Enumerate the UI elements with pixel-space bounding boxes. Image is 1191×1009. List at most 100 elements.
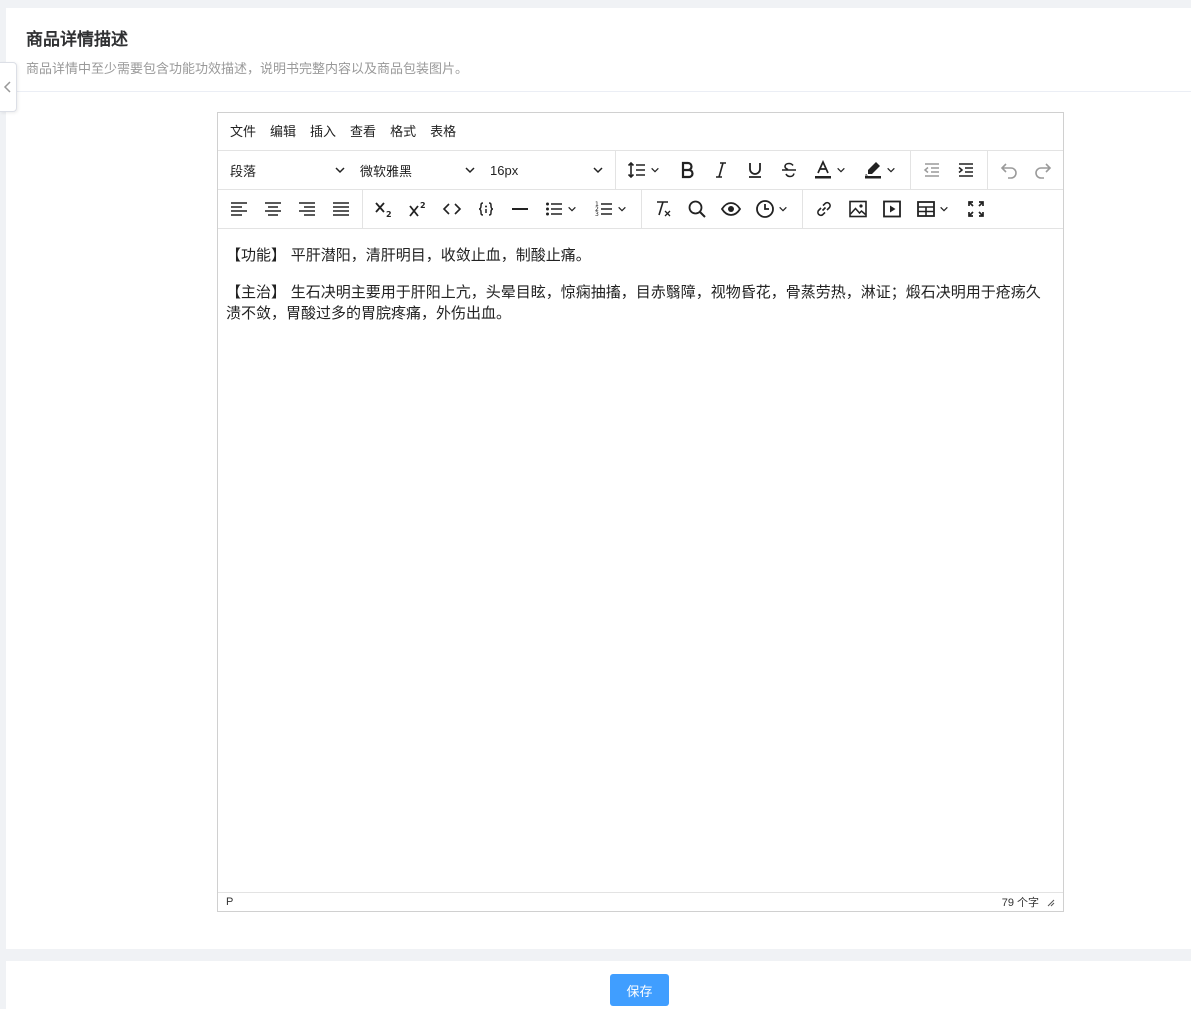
align-justify-icon [333,202,349,216]
undo-button[interactable] [992,155,1026,185]
align-left-button[interactable] [222,194,256,224]
chevron-down-icon [651,167,659,173]
insert-table-button[interactable] [909,194,959,224]
horizontal-rule-icon [512,208,528,210]
svg-text:3: 3 [595,211,599,218]
chevron-down-icon [568,206,576,212]
editor-menubar: 文件 编辑 插入 查看 格式 表格 [218,113,1063,151]
italic-button[interactable] [704,155,738,185]
footer-bar: 保存 [6,961,1191,1009]
resize-handle-icon[interactable] [1045,897,1055,907]
align-center-button[interactable] [256,194,290,224]
code-icon [442,203,462,215]
insert-media-button[interactable] [875,194,909,224]
block-format-value: 段落 [230,163,257,179]
block-format-select[interactable]: 段落 [223,155,353,185]
chevron-down-icon [465,167,475,174]
text-color-icon [815,160,831,179]
insert-link-button[interactable] [807,194,841,224]
strikethrough-button[interactable] [772,155,806,185]
font-size-value: 16px [490,162,519,178]
line-height-button[interactable] [620,155,670,185]
chevron-down-icon [335,167,345,174]
horizontal-rule-button[interactable] [503,194,537,224]
subscript-button[interactable]: 2 [367,194,401,224]
superscript-button[interactable]: 2 [401,194,435,224]
menu-insert[interactable]: 插入 [303,119,343,145]
sidebar-collapse-toggle[interactable] [0,62,17,112]
menu-edit[interactable]: 编辑 [263,119,303,145]
code-sample-icon [478,202,494,216]
indent-button[interactable] [949,155,983,185]
text-color-button[interactable] [806,155,856,185]
align-right-button[interactable] [290,194,324,224]
align-right-icon [299,202,315,216]
bullet-list-icon [546,202,562,216]
insert-image-button[interactable] [841,194,875,224]
indent-icon [958,163,973,177]
underline-button[interactable] [738,155,772,185]
align-center-icon [265,202,281,216]
preview-button[interactable] [714,194,748,224]
element-path[interactable]: P [226,896,233,908]
fullscreen-button[interactable] [959,194,993,224]
page-subtitle: 商品详情中至少需要包含功能功效描述，说明书完整内容以及商品包装图片。 [26,61,469,76]
media-icon [883,200,901,218]
strikethrough-icon [782,162,796,178]
table-icon [917,201,935,217]
menu-format[interactable]: 格式 [383,119,423,145]
main-card: 商品详情描述 商品详情中至少需要包含功能功效描述，说明书完整内容以及商品包装图片… [6,8,1191,949]
redo-icon [1035,163,1052,179]
svg-text:2: 2 [420,201,426,210]
chevron-down-icon [593,167,603,174]
insert-datetime-button[interactable] [748,194,798,224]
content-paragraph[interactable]: 【主治】 生石决明主要用于肝阳上亢，头晕目眩，惊痫抽搐，目赤翳障，视物昏花，骨蒸… [226,282,1055,324]
numbered-list-button[interactable]: 123 [587,194,637,224]
code-sample-button[interactable] [469,194,503,224]
outdent-button[interactable] [915,155,949,185]
search-replace-button[interactable] [680,194,714,224]
menu-table[interactable]: 表格 [423,119,463,145]
fullscreen-icon [968,201,984,217]
menu-view[interactable]: 查看 [343,119,383,145]
chevron-left-icon [3,81,11,93]
link-icon [817,201,831,217]
page-header: 商品详情描述 商品详情中至少需要包含功能功效描述，说明书完整内容以及商品包装图片… [6,8,1191,92]
align-left-icon [231,202,247,216]
svg-text:2: 2 [386,210,392,219]
highlight-color-button[interactable] [856,155,906,185]
redo-button[interactable] [1026,155,1060,185]
clock-icon [756,200,774,218]
code-button[interactable] [435,194,469,224]
font-family-value: 微软雅黑 [360,163,413,179]
page-title: 商品详情描述 [26,30,128,49]
font-size-select[interactable]: 16px [483,155,611,185]
word-count[interactable]: 79 个字 [1002,894,1039,910]
italic-icon [716,162,726,178]
outdent-icon [923,163,939,177]
chevron-down-icon [887,167,895,173]
highlighter-icon [865,162,881,179]
bullet-list-button[interactable] [537,194,587,224]
editor-content-area[interactable]: 【功能】 平肝潜阳，清肝明目，收敛止血，制酸止痛。 【主治】 生石决明主要用于肝… [218,230,1063,892]
align-justify-button[interactable] [324,194,358,224]
content-paragraph[interactable]: 【功能】 平肝潜阳，清肝明目，收敛止血，制酸止痛。 [226,245,1055,266]
search-icon [688,200,706,218]
chevron-down-icon [940,206,948,212]
image-icon [849,200,867,218]
rich-text-editor: 文件 编辑 插入 查看 格式 表格 段落 微软雅黑 16px 2 2 1 2 3… [217,112,1064,912]
underline-icon [749,163,761,178]
editor-toolbar-row-2: 2 2 123 [218,190,1063,229]
superscript-icon: 2 [409,201,426,217]
clear-formatting-button[interactable] [646,194,680,224]
save-button[interactable]: 保存 [610,974,669,1006]
editor-toolbar-row-1: 段落 微软雅黑 16px [218,151,1063,190]
font-family-select[interactable]: 微软雅黑 [353,155,483,185]
chevron-down-icon [618,206,626,212]
chevron-down-icon [837,167,845,173]
bold-icon [681,161,694,179]
menu-file[interactable]: 文件 [223,119,263,145]
chevron-down-icon [779,206,787,212]
bold-button[interactable] [670,155,704,185]
line-height-icon [627,161,645,179]
